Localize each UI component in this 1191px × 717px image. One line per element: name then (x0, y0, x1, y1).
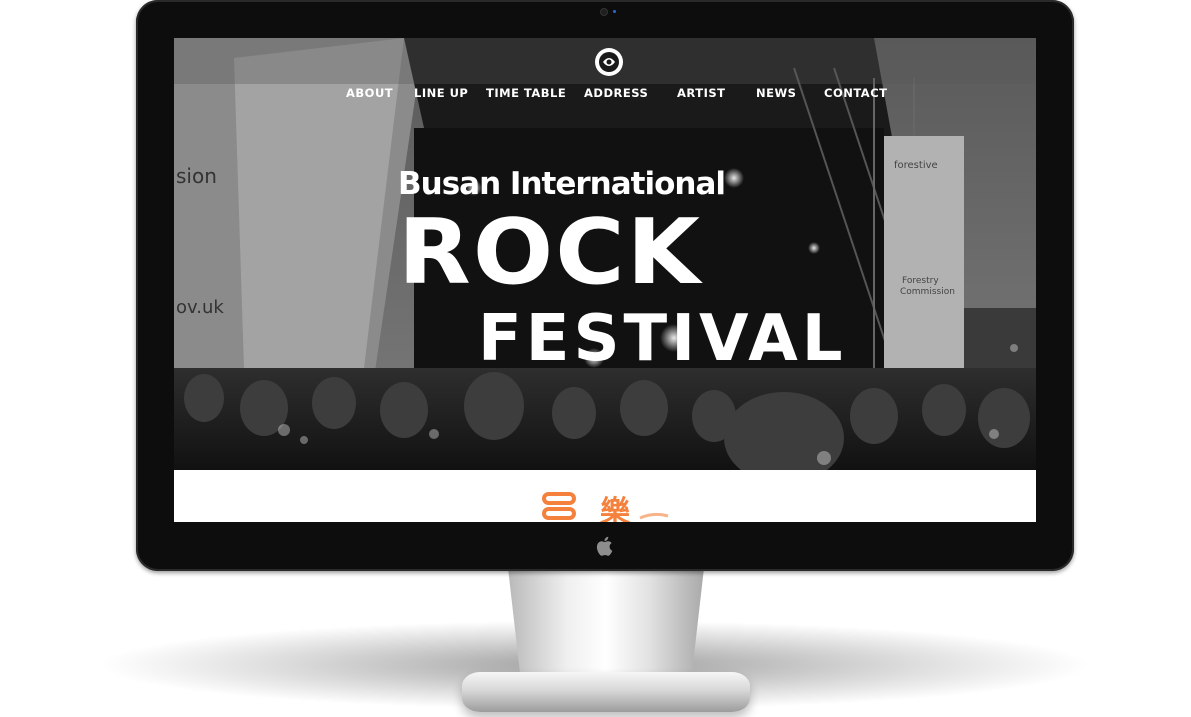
svg-text:Forestry: Forestry (902, 276, 939, 286)
monitor-screen: sion ov.uk forestive Forestry Commission (174, 38, 1036, 522)
svg-text:forestive: forestive (894, 160, 938, 171)
festival-logo-icon[interactable] (593, 46, 625, 78)
svg-text:Commission: Commission (900, 287, 955, 297)
hero-banner: sion ov.uk forestive Forestry Commission (174, 38, 1036, 470)
apple-icon (596, 536, 613, 556)
nav-item-time-table[interactable]: TIME TABLE (486, 86, 566, 100)
hero-title-line2: ROCK (398, 200, 703, 305)
nav-item-about[interactable]: ABOUT (346, 86, 393, 100)
section-title-badge: 樂 (542, 492, 669, 522)
nav-item-line-up[interactable]: LINE UP (414, 86, 468, 100)
hero-title-line1: Busan International (398, 166, 726, 202)
nav-item-artist[interactable]: ARTIST (677, 86, 726, 100)
nav-item-contact[interactable]: CONTACT (824, 86, 887, 100)
camera-light (613, 10, 616, 13)
content-section: 樂 (174, 470, 1036, 522)
camera-icon (601, 9, 607, 15)
svg-text:sion: sion (176, 164, 217, 188)
nav-item-address[interactable]: ADDRESS (584, 86, 648, 100)
nav-item-news[interactable]: NEWS (756, 86, 796, 100)
hero-title-line3: FESTIVAL (478, 302, 847, 376)
main-nav: ABOUT LINE UP TIME TABLE ADDRESS ARTIST … (174, 86, 1036, 102)
svg-text:ov.uk: ov.uk (176, 297, 224, 318)
monitor-stand-base (462, 672, 750, 712)
section-badge-text: 樂 (600, 495, 631, 522)
monitor-stand-neck (508, 568, 704, 688)
